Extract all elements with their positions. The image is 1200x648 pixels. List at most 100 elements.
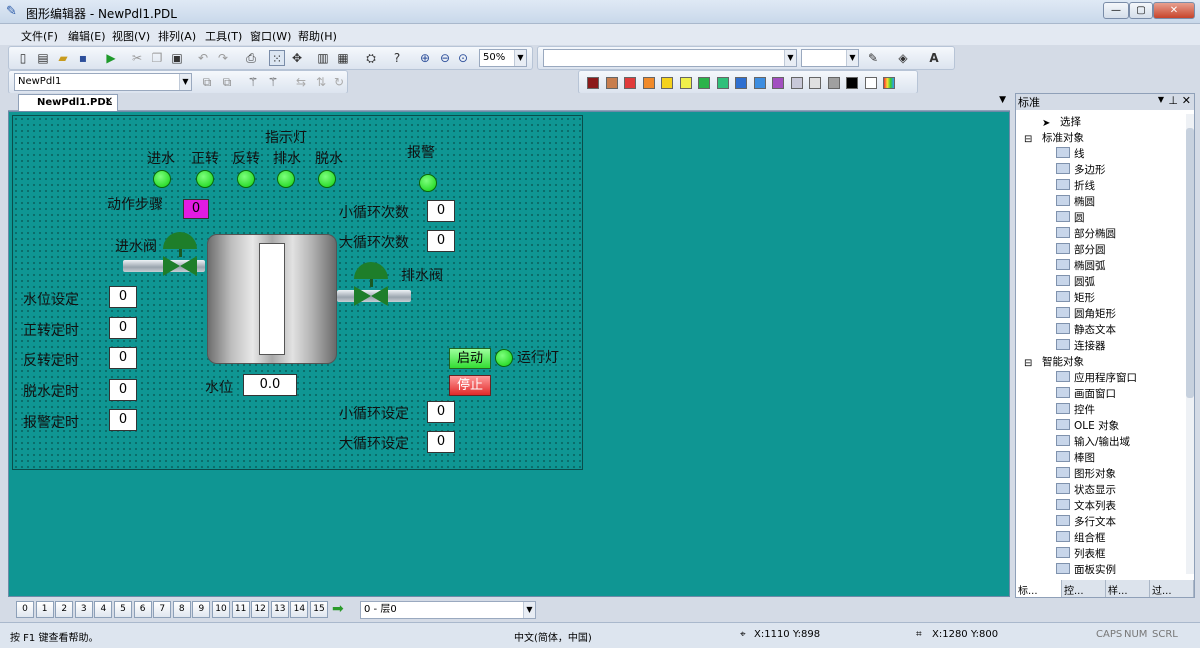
layer-button[interactable]: 2 (55, 601, 74, 618)
color-swatch[interactable] (753, 77, 766, 89)
tree-standard-item[interactable]: 部分椭圆 (1056, 226, 1116, 241)
zoom-out-icon[interactable]: ⊖ (437, 50, 453, 66)
grid-icon[interactable]: ⁙ (269, 50, 285, 66)
menu-help[interactable]: 帮助(H) (298, 28, 337, 44)
drawing-sheet[interactable]: 指示灯 进水 正转 反转 排水 脱水 报警 动作步骤 0 小循环次数 0 大循环… (12, 115, 583, 470)
color-swatch[interactable] (642, 77, 655, 89)
layer-button[interactable]: 10 (212, 601, 230, 618)
rotate-icon[interactable]: ↻ (331, 74, 347, 90)
properties-icon[interactable]: ▦ (335, 50, 351, 66)
line-color-icon[interactable]: ✎ (865, 50, 881, 66)
color-swatch[interactable] (735, 77, 747, 89)
color-swatch[interactable] (587, 77, 599, 89)
layer-button[interactable]: 7 (153, 601, 172, 618)
color-swatch[interactable] (846, 77, 858, 89)
tree-smart-item[interactable]: 多行文本 (1056, 514, 1116, 529)
layer-button[interactable]: 8 (172, 601, 191, 618)
tree-smart-item[interactable]: 列表框 (1056, 546, 1106, 561)
color-swatch[interactable] (679, 77, 692, 89)
color-swatch[interactable] (624, 77, 636, 89)
layer-button[interactable]: 3 (74, 601, 93, 618)
tree-standard-item[interactable]: 椭圆弧 (1056, 258, 1106, 273)
color-swatch[interactable] (809, 77, 821, 89)
tree-group-smart[interactable]: ⊟ 智能对象 (1024, 354, 1084, 369)
tree-smart-item[interactable]: OLE 对象 (1056, 418, 1119, 433)
tree-standard-item[interactable]: 矩形 (1056, 290, 1095, 305)
tree-group-standard[interactable]: ⊟ 标准对象 (1024, 130, 1084, 145)
paste-icon[interactable]: ▣ (169, 50, 185, 66)
color-swatch[interactable] (605, 77, 618, 89)
tree-standard-item[interactable]: 线 (1056, 146, 1085, 161)
undo-icon[interactable]: ↶ (195, 50, 211, 66)
menu-file[interactable]: 文件(F) (21, 28, 58, 44)
layer-button[interactable]: 9 (192, 601, 211, 618)
layer-arrow-icon[interactable]: ➡ (332, 601, 344, 617)
layer-button[interactable]: 4 (94, 601, 113, 618)
panel-menu-icon[interactable]: ▼ (1158, 95, 1164, 104)
snap-icon[interactable]: ✥ (289, 50, 305, 66)
pin-icon[interactable]: ⊥ (1168, 94, 1178, 107)
run-icon[interactable]: ▶ (103, 50, 119, 66)
flip-v-icon[interactable]: ⇅ (313, 74, 329, 90)
tree-standard-item[interactable]: 静态文本 (1056, 322, 1116, 337)
menu-window[interactable]: 窗口(W) (250, 28, 291, 44)
close-button[interactable]: ✕ (1153, 2, 1195, 19)
tab-newpdl1[interactable]: NewPdl1.PDL ✕ (18, 94, 118, 111)
library-icon[interactable]: ⛭ (363, 50, 379, 66)
align-icon[interactable]: ⧉ (199, 74, 215, 90)
color-swatch[interactable] (772, 77, 784, 89)
menu-edit[interactable]: 编辑(E) (68, 28, 106, 44)
tree-smart-item[interactable]: 输入/输出域 (1056, 434, 1130, 449)
layer-button[interactable]: 0 (16, 601, 34, 618)
tree-smart-item[interactable]: 文本列表 (1056, 498, 1116, 513)
stop-button[interactable]: 停止 (449, 375, 491, 396)
help-pointer-icon[interactable]: ? (389, 50, 405, 66)
print-icon[interactable]: ⎙ (243, 50, 259, 66)
font-size-combo[interactable]: ▼ (801, 49, 859, 67)
menu-tools[interactable]: 工具(T) (205, 28, 242, 44)
zoom-in-icon[interactable]: ⊕ (417, 50, 433, 66)
tab-process[interactable]: 过... (1150, 580, 1194, 597)
layer-button[interactable]: 15 (310, 601, 328, 618)
color-swatch[interactable] (827, 77, 840, 89)
tree-standard-item[interactable]: 椭圆 (1056, 194, 1095, 209)
color-swatch[interactable] (716, 77, 729, 89)
wizard2-icon[interactable]: ⚚ (265, 74, 281, 90)
color-swatch[interactable] (661, 77, 673, 89)
tab-list-icon[interactable]: ▼ (999, 95, 1006, 105)
zoom-combo[interactable]: 50% ▼ (479, 49, 527, 67)
layer-combo[interactable]: 0 - 层0 ▼ (360, 601, 536, 619)
fill-color-icon[interactable]: ◈ (895, 50, 911, 66)
tree-smart-item[interactable]: 状态显示 (1056, 482, 1116, 497)
tree-smart-item[interactable]: 图形对象 (1056, 466, 1116, 481)
layer-button[interactable]: 13 (270, 601, 289, 618)
more-colors-swatch[interactable] (883, 77, 895, 89)
start-button[interactable]: 启动 (449, 348, 491, 369)
color-swatch[interactable] (698, 77, 710, 89)
tab-standard[interactable]: 标... (1016, 580, 1062, 597)
tree-standard-item[interactable]: 圆角矩形 (1056, 306, 1116, 321)
minimize-button[interactable]: — (1103, 2, 1129, 19)
layer-button[interactable]: 12 (251, 601, 270, 618)
close-tab-icon[interactable]: ✕ (105, 96, 113, 107)
tree-smart-item[interactable]: 组合框 (1056, 530, 1106, 545)
menu-view[interactable]: 视图(V) (112, 28, 150, 44)
layer-button[interactable]: 5 (114, 601, 132, 618)
scrollbar-thumb[interactable] (1186, 128, 1194, 398)
tree-standard-item[interactable]: 部分圆 (1056, 242, 1106, 257)
copy-icon[interactable]: ❐ (149, 50, 165, 66)
layer-button[interactable]: 6 (133, 601, 152, 618)
tree-scrollbar[interactable] (1186, 114, 1194, 574)
tree-smart-item[interactable]: 应用程序窗口 (1056, 370, 1137, 385)
object-combo[interactable]: NewPdl1 ▼ (14, 73, 192, 91)
color-swatch[interactable] (864, 77, 877, 89)
tree-smart-item[interactable]: 棒图 (1056, 450, 1095, 465)
new-template-icon[interactable]: ▤ (35, 50, 51, 66)
tab-controls[interactable]: 控... (1062, 580, 1106, 597)
menu-arrange[interactable]: 排列(A) (158, 28, 196, 44)
save-icon[interactable]: ▪ (75, 50, 91, 66)
tree-standard-item[interactable]: 连接器 (1056, 338, 1106, 353)
maximize-button[interactable]: ▢ (1129, 2, 1153, 19)
tree-smart-item[interactable]: 面板实例 (1056, 562, 1116, 574)
tree-standard-item[interactable]: 圆 (1056, 210, 1085, 225)
